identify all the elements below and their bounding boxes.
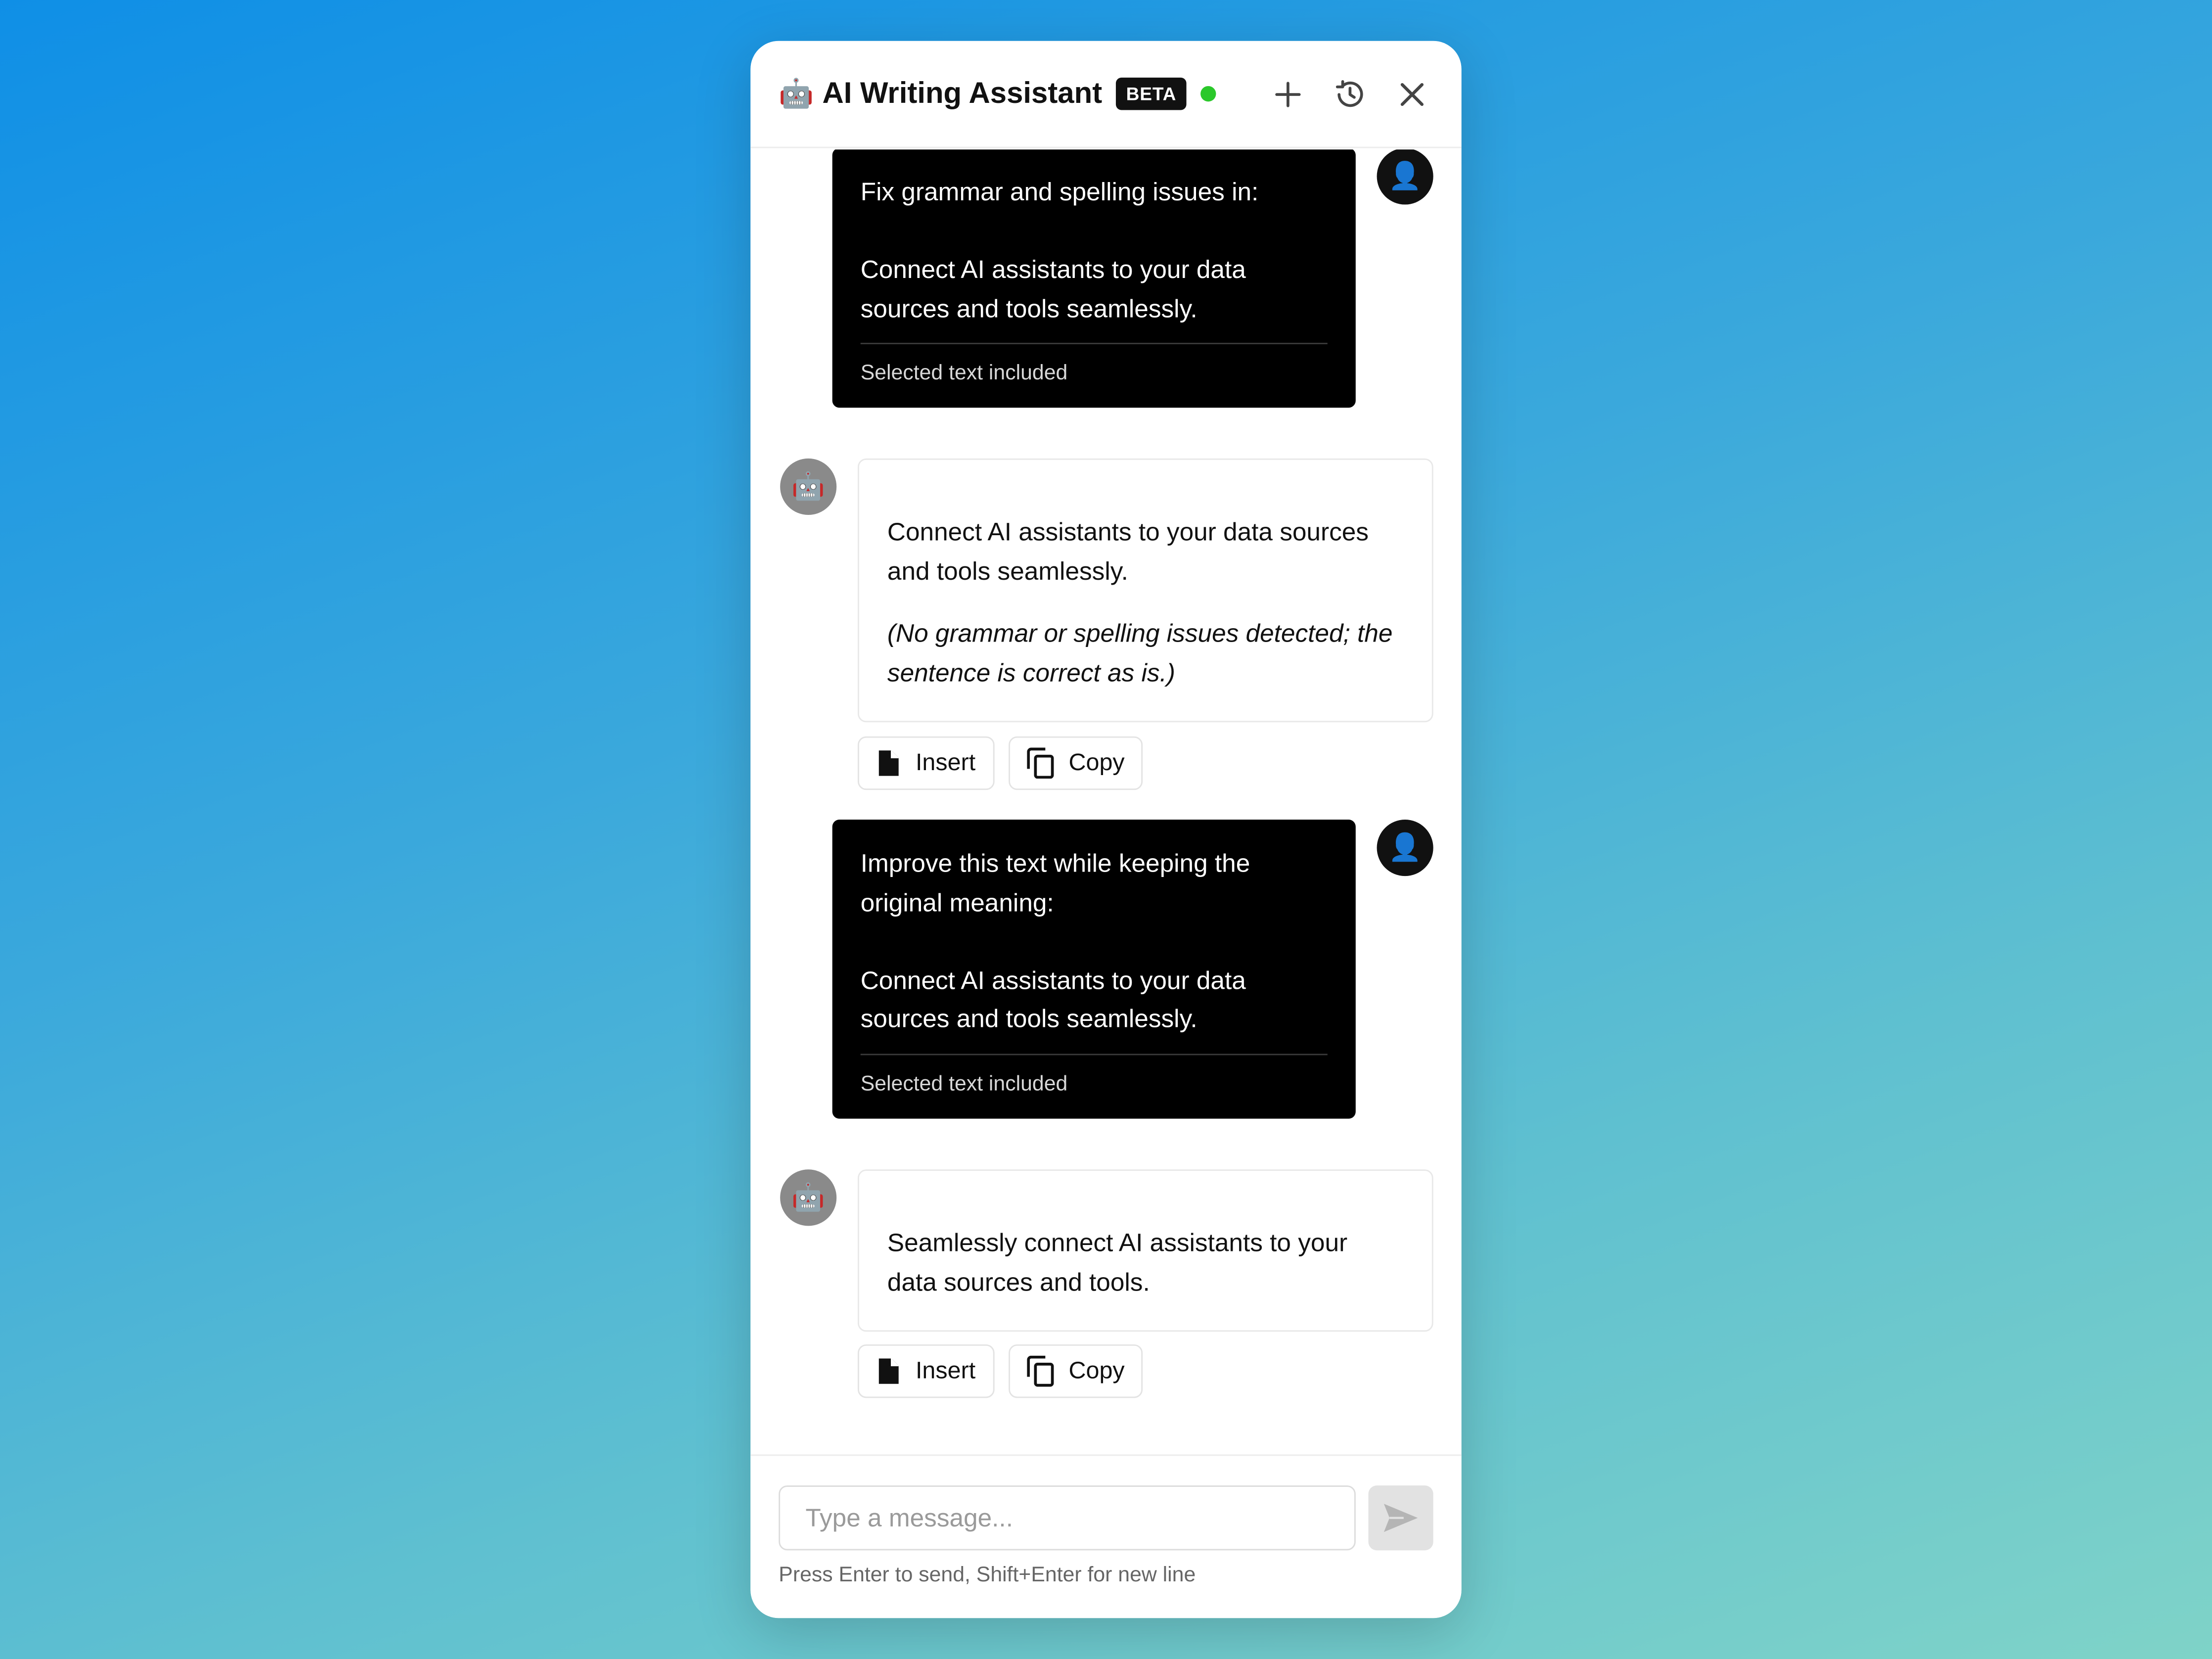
status-indicator <box>1200 86 1216 102</box>
copy-icon <box>1026 1355 1054 1387</box>
panel-title: AI Writing Assistant <box>822 77 1103 110</box>
user-message-text: Fix grammar and spelling issues in: Conn… <box>860 178 1259 323</box>
copy-label: Copy <box>1068 1357 1125 1384</box>
assistant-message-note: (No grammar or spelling issues detected;… <box>887 619 1393 687</box>
user-message: Improve this text while keeping the orig… <box>832 820 1356 1118</box>
insert-button[interactable]: Insert <box>858 736 994 790</box>
selected-text-note: Selected text included <box>860 361 1068 385</box>
user-message: Fix grammar and spelling issues in: Conn… <box>832 149 1356 408</box>
send-button[interactable] <box>1368 1485 1433 1551</box>
user-avatar: 👤 <box>1377 820 1433 876</box>
divider <box>860 1053 1328 1055</box>
assistant-message-text: Connect AI assistants to your data sourc… <box>887 517 1369 585</box>
insert-button[interactable]: Insert <box>858 1344 994 1398</box>
send-icon <box>1383 1504 1418 1532</box>
new-chat-button[interactable] <box>1267 73 1309 115</box>
message-actions: Insert Copy <box>858 736 1143 790</box>
insert-label: Insert <box>915 1357 976 1384</box>
header-actions <box>1267 73 1433 115</box>
history-button[interactable] <box>1329 73 1372 115</box>
divider <box>860 343 1328 344</box>
close-icon <box>1400 82 1424 105</box>
robot-icon: 🤖 <box>779 78 814 110</box>
assistant-message: Connect AI assistants to your data sourc… <box>858 458 1433 723</box>
assistant-avatar: 🤖 <box>780 458 837 515</box>
assistant-message-text: Seamlessly connect AI assistants to your… <box>887 1229 1348 1296</box>
assistant-avatar: 🤖 <box>780 1169 837 1226</box>
robot-icon: 🤖 <box>791 472 825 503</box>
copy-button[interactable]: Copy <box>1008 736 1143 790</box>
message-input[interactable] <box>779 1485 1356 1551</box>
assistant-panel: 🤖 AI Writing Assistant BETA Fix grammar … <box>750 41 1462 1618</box>
document-icon <box>878 1358 899 1384</box>
beta-badge: BETA <box>1116 77 1187 110</box>
copy-label: Copy <box>1068 749 1125 776</box>
document-icon <box>878 750 899 776</box>
composer-hint: Press Enter to send, Shift+Enter for new… <box>779 1563 1196 1587</box>
copy-icon <box>1026 747 1054 779</box>
message-actions: Insert Copy <box>858 1344 1143 1398</box>
user-avatar: 👤 <box>1377 149 1433 205</box>
composer: Press Enter to send, Shift+Enter for new… <box>750 1454 1462 1618</box>
insert-label: Insert <box>915 749 976 776</box>
message-list[interactable]: Fix grammar and spelling issues in: Conn… <box>750 149 1461 1454</box>
assistant-message: Seamlessly connect AI assistants to your… <box>858 1169 1433 1332</box>
history-icon <box>1336 79 1363 106</box>
plus-icon <box>1275 81 1301 107</box>
selected-text-note: Selected text included <box>860 1071 1068 1096</box>
person-icon: 👤 <box>1388 833 1422 864</box>
robot-icon: 🤖 <box>791 1183 825 1213</box>
panel-header: 🤖 AI Writing Assistant BETA <box>750 41 1462 148</box>
person-icon: 👤 <box>1388 162 1422 192</box>
copy-button[interactable]: Copy <box>1008 1344 1143 1398</box>
stage: 🤖 AI Writing Assistant BETA Fix grammar … <box>0 0 2212 1659</box>
close-button[interactable] <box>1391 73 1433 115</box>
user-message-text: Improve this text while keeping the orig… <box>860 849 1250 1033</box>
